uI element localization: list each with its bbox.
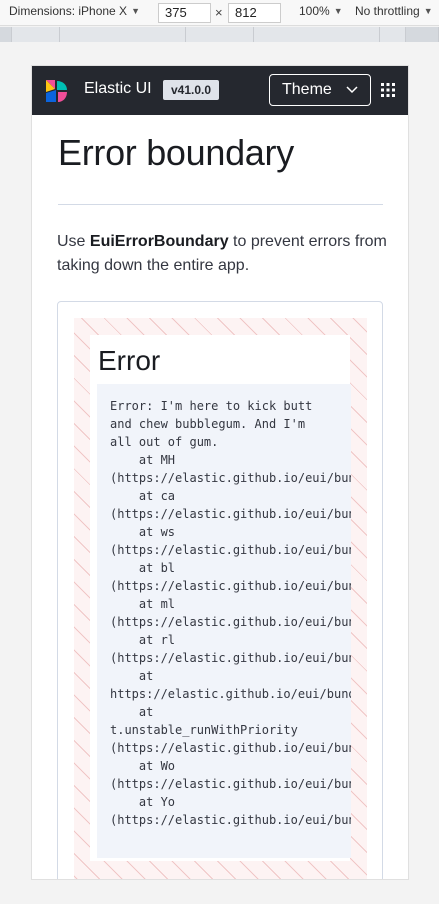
triangle-down-icon: ▼ (131, 6, 140, 16)
error-boundary: Error Error: I'm here to kick butt and c… (74, 318, 367, 879)
throttle-select[interactable]: No throttling ▼ (355, 4, 433, 18)
example-panel: Error Error: I'm here to kick butt and c… (57, 301, 383, 879)
brand-name[interactable]: Elastic UI (84, 80, 152, 98)
page-title: Error boundary (58, 132, 294, 173)
desc-prefix: Use (57, 233, 90, 250)
media-query-ruler[interactable] (0, 27, 439, 42)
error-stack-text: Error: I'm here to kick butt and chew bu… (110, 399, 351, 827)
component-name: EuiErrorBoundary (89, 233, 229, 250)
elastic-logo-icon[interactable] (43, 78, 69, 104)
zoom-label: 100% (299, 4, 330, 18)
width-input[interactable]: 375 (158, 3, 211, 23)
throttle-label: No throttling (355, 4, 420, 18)
version-badge[interactable]: v41.0.0 (163, 80, 220, 100)
app-header: Elastic UI v41.0.0 Theme (32, 66, 408, 115)
triangle-down-icon: ▼ (423, 6, 433, 16)
height-input[interactable]: 812 (228, 3, 281, 23)
dimension-separator: × (215, 5, 223, 20)
zoom-select[interactable]: 100% ▼ (299, 4, 343, 18)
title-divider (58, 204, 383, 205)
device-label: Dimensions: iPhone X (9, 4, 128, 18)
devtools-toolbar: Dimensions: iPhone X ▼ 375 × 812 100% ▼ … (0, 0, 439, 26)
device-select[interactable]: Dimensions: iPhone X ▼ (9, 4, 140, 18)
error-stack-block: Error: I'm here to kick butt and chew bu… (97, 384, 351, 858)
theme-label: Theme (282, 81, 332, 98)
device-viewport: Elastic UI v41.0.0 Theme Error boundary … (32, 66, 408, 879)
error-title: Error (98, 345, 161, 376)
page-description: Use EuiErrorBoundary to prevent errors f… (57, 230, 387, 278)
theme-button[interactable]: Theme (269, 74, 371, 106)
triangle-down-icon: ▼ (333, 6, 343, 16)
error-card: Error Error: I'm here to kick butt and c… (90, 335, 351, 861)
apps-grid-icon[interactable] (381, 83, 395, 97)
chevron-down-icon (346, 86, 358, 94)
